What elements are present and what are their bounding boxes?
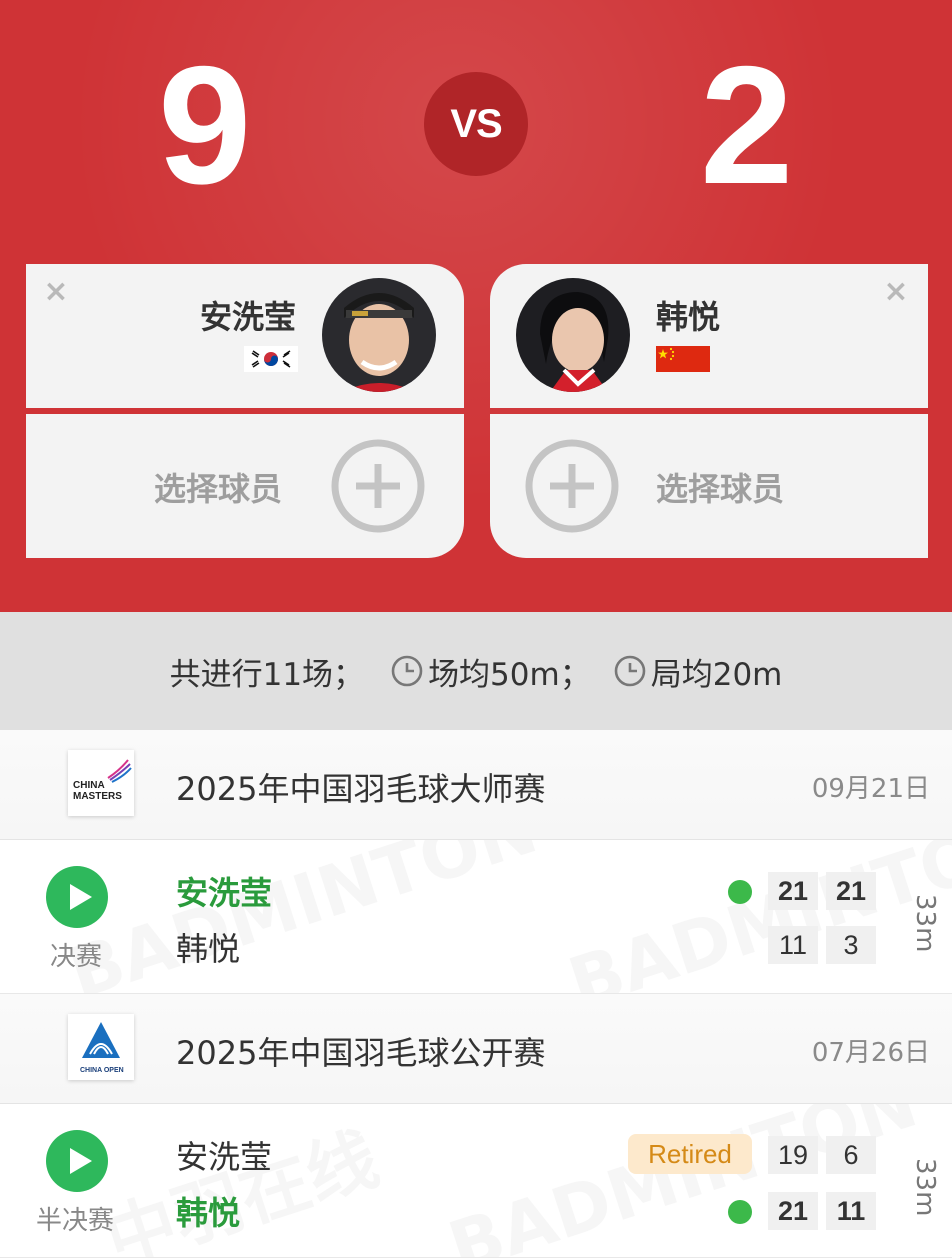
match-round: 决赛 <box>50 942 103 972</box>
select-player-right[interactable]: 选择球员 <box>490 414 928 558</box>
player1-card[interactable]: × 安洗莹 <box>26 264 464 408</box>
select-player-right-label: 选择球员 <box>656 470 785 508</box>
game-score: 21 <box>768 872 818 910</box>
retired-badge: Retired <box>628 1134 752 1174</box>
game-score: 6 <box>826 1136 876 1174</box>
match-row[interactable]: BADMINTON BADMINTON 决赛 安洗莹 韩悦 21 21 11 3… <box>0 840 952 994</box>
match-row[interactable]: 中羽在线 BADMINTON 半决赛 安洗莹 韩悦 Retired 19 6 2… <box>0 1104 952 1258</box>
avg-game-duration-text: 局均20m <box>650 656 783 693</box>
select-player-left-label: 选择球员 <box>154 470 283 508</box>
player1-avatar <box>322 278 436 392</box>
match-duration: 33m <box>910 894 940 953</box>
avg-match-duration-text: 场均50m； <box>428 656 591 693</box>
svg-text:CHINA: CHINA <box>73 780 105 791</box>
game-score: 19 <box>768 1136 818 1174</box>
add-player-left-icon[interactable] <box>330 438 426 534</box>
player2-name: 韩悦 <box>656 298 721 336</box>
event-header[interactable]: CHINA OPEN 2025年中国羽毛球公开赛 07月26日 <box>0 994 952 1104</box>
match-history-list: CHINA MASTERS 2025年中国羽毛球大师赛 09月21日 BADMI… <box>0 730 952 1258</box>
korea-flag-icon <box>244 346 298 372</box>
total-matches-text: 共进行11场； <box>169 656 365 693</box>
match-duration: 33m <box>910 1158 940 1217</box>
china-open-logo-icon: CHINA OPEN <box>68 1014 134 1080</box>
game-score: 21 <box>826 872 876 910</box>
clock-icon <box>614 655 646 687</box>
play-video-icon[interactable] <box>46 866 108 928</box>
remove-player1-close-icon[interactable]: × <box>42 277 70 307</box>
game-score: 21 <box>768 1192 818 1230</box>
head-to-head-header: 9 VS 2 × 安洗莹 韩悦 × 选择球员 选择球员 <box>0 0 952 612</box>
match-round: 半决赛 <box>36 1206 115 1236</box>
game-score: 3 <box>826 926 876 964</box>
winner-indicator-dot <box>728 1200 752 1224</box>
player2-avatar <box>516 278 630 392</box>
score-right: 2 <box>700 31 793 219</box>
player2-name: 韩悦 <box>176 930 241 968</box>
vs-badge: VS <box>424 72 528 176</box>
remove-player2-close-icon[interactable]: × <box>882 277 910 307</box>
player2-name: 韩悦 <box>176 1194 241 1232</box>
summary-stats-bar: 共进行11场； 场均50m； 局均20m <box>0 612 952 730</box>
event-title: 2025年中国羽毛球公开赛 <box>176 1034 546 1072</box>
winner-indicator-dot <box>728 880 752 904</box>
game-score: 11 <box>768 926 818 964</box>
player1-name: 安洗莹 <box>199 298 296 336</box>
svg-text:CHINA OPEN: CHINA OPEN <box>80 1067 124 1074</box>
china-masters-logo-icon: CHINA MASTERS <box>68 750 134 816</box>
event-header[interactable]: CHINA MASTERS 2025年中国羽毛球大师赛 09月21日 <box>0 730 952 840</box>
event-date: 07月26日 <box>811 1038 930 1068</box>
score-left: 9 <box>158 31 251 219</box>
game-score: 11 <box>826 1192 876 1230</box>
china-flag-icon <box>656 346 710 372</box>
player1-name: 安洗莹 <box>176 874 273 912</box>
play-video-icon[interactable] <box>46 1130 108 1192</box>
event-title: 2025年中国羽毛球大师赛 <box>176 770 546 808</box>
add-player-right-icon[interactable] <box>524 438 620 534</box>
event-date: 09月21日 <box>811 774 930 804</box>
svg-text:MASTERS: MASTERS <box>73 791 122 802</box>
clock-icon <box>391 655 423 687</box>
select-player-left[interactable]: 选择球员 <box>26 414 464 558</box>
player1-name: 安洗莹 <box>176 1138 273 1176</box>
player2-card[interactable]: 韩悦 × <box>490 264 928 408</box>
